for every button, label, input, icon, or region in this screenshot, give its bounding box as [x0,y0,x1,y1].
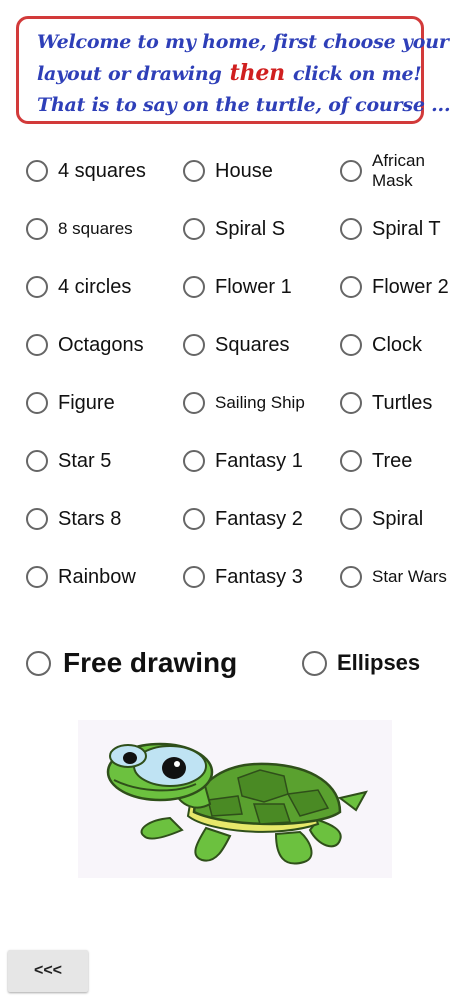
radio-button[interactable] [26,218,48,240]
option-label: Spiral [372,507,424,530]
option-label: African Mask [372,151,425,190]
option-label: Tree [372,449,413,472]
option-figure[interactable]: Figure [26,374,115,432]
radio-button[interactable] [340,160,362,182]
option-spiral-s[interactable]: Spiral S [183,200,285,258]
options-row-5: Figure Sailing Ship Turtles [0,374,470,432]
radio-button[interactable] [26,650,51,676]
option-label: Figure [58,391,115,414]
option-spiral[interactable]: Spiral [340,490,423,548]
options-row-2: 8 squares Spiral S Spiral T [0,200,470,258]
option-clock[interactable]: Clock [340,316,422,374]
radio-button[interactable] [340,218,362,240]
option-label: Clock [372,333,423,356]
banner-line-2-start: layout or drawing [37,63,222,85]
option-label: 8 squares [58,219,133,238]
option-label: Squares [215,333,290,356]
back-button[interactable]: <<< [8,950,88,992]
option-sailing-ship[interactable]: Sailing Ship [183,374,305,432]
option-8-squares[interactable]: 8 squares [26,200,133,258]
options-row-4: Octagons Squares Clock [0,316,470,374]
free-drawing-label: Free drawing [63,647,238,678]
option-label: House [215,159,273,182]
radio-button[interactable] [302,650,327,676]
option-label: Star Wars [372,567,447,586]
option-label: Octagons [58,333,144,356]
option-free-drawing[interactable]: Free drawing [26,640,237,686]
option-label: Sailing Ship [215,393,305,412]
radio-button[interactable] [26,450,48,472]
ellipses-label: Ellipses [337,650,421,675]
radio-button[interactable] [183,450,205,472]
option-label: Flower 1 [215,275,292,298]
option-squares[interactable]: Squares [183,316,290,374]
radio-button[interactable] [26,276,48,298]
option-fantasy-2[interactable]: Fantasy 2 [183,490,303,548]
option-african-mask[interactable]: African Mask [340,142,462,200]
option-spiral-t[interactable]: Spiral T [340,200,441,258]
banner-highlight-then: then [229,60,286,86]
radio-button[interactable] [183,508,205,530]
turtle-start-button[interactable] [78,720,392,878]
radio-button[interactable] [183,160,205,182]
option-label: Flower 2 [372,275,449,298]
radio-button[interactable] [26,566,48,588]
option-label: Fantasy 1 [215,449,303,472]
option-label: Rainbow [58,565,136,588]
options-row-1: 4 squares House African Mask [0,142,470,200]
radio-button[interactable] [183,566,205,588]
option-fantasy-1[interactable]: Fantasy 1 [183,432,303,490]
options-row-8: Rainbow Fantasy 3 Star Wars [0,548,470,606]
radio-button[interactable] [183,218,205,240]
banner-line-2-end: click on me! [292,63,422,85]
radio-button[interactable] [183,334,205,356]
radio-button[interactable] [183,392,205,414]
options-row-7: Stars 8 Fantasy 2 Spiral [0,490,470,548]
radio-button[interactable] [26,508,48,530]
option-tree[interactable]: Tree [340,432,412,490]
radio-button[interactable] [340,566,362,588]
option-label: Star 5 [58,449,112,472]
option-star-5[interactable]: Star 5 [26,432,111,490]
radio-button[interactable] [340,450,362,472]
radio-button[interactable] [340,276,362,298]
option-label: Fantasy 3 [215,565,303,588]
radio-button[interactable] [340,392,362,414]
option-label: Spiral T [372,217,441,240]
turtle-icon [106,742,368,865]
banner-line-2: layout or drawing then click on me! [37,58,422,90]
options-row-3: 4 circles Flower 1 Flower 2 [0,258,470,316]
option-house[interactable]: House [183,142,273,200]
banner-line-3: That is to say on the turtle, of course … [37,94,451,116]
option-stars-8[interactable]: Stars 8 [26,490,121,548]
radio-button[interactable] [183,276,205,298]
radio-button[interactable] [26,392,48,414]
option-label: 4 squares [58,159,146,182]
radio-button[interactable] [340,508,362,530]
banner-line-1: Welcome to my home, first choose your [37,31,449,53]
option-star-wars[interactable]: Star Wars [340,548,447,606]
option-label: Turtles [372,391,433,414]
option-label: Stars 8 [58,507,122,530]
option-ellipses[interactable]: Ellipses [302,640,420,686]
option-label: Spiral S [215,217,286,240]
option-octagons[interactable]: Octagons [26,316,144,374]
option-4-circles[interactable]: 4 circles [26,258,131,316]
option-fantasy-3[interactable]: Fantasy 3 [183,548,303,606]
option-4-squares[interactable]: 4 squares [26,142,146,200]
radio-button[interactable] [26,334,48,356]
option-label: Fantasy 2 [215,507,303,530]
instruction-banner: Welcome to my home, first choose your la… [16,16,451,124]
radio-button[interactable] [26,160,48,182]
option-rainbow[interactable]: Rainbow [26,548,136,606]
option-turtles[interactable]: Turtles [340,374,432,432]
option-label: 4 circles [58,275,132,298]
options-row-6: Star 5 Fantasy 1 Tree [0,432,470,490]
option-flower-1[interactable]: Flower 1 [183,258,292,316]
radio-button[interactable] [340,334,362,356]
option-flower-2[interactable]: Flower 2 [340,258,449,316]
